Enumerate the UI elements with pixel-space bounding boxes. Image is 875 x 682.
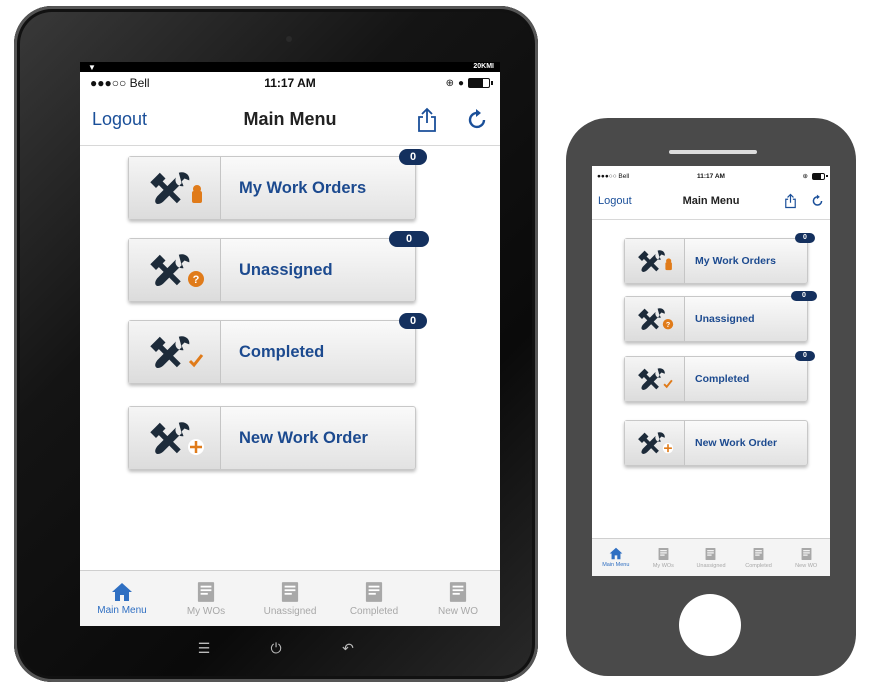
battery-icon (468, 78, 493, 88)
lock-icon: ⊕ (445, 77, 454, 89)
menu-label: Unassigned (239, 260, 333, 279)
new-work-order-button[interactable]: New Work Order (624, 420, 808, 466)
tablet-screen: ▼ 20KMI ●●●○○ Bell 11:17 AM ⊕ ● Logout M… (80, 62, 500, 626)
doc-question-icon (705, 547, 716, 561)
count-badge: 0 (399, 313, 427, 329)
nav-bar: Logout Main Menu (80, 94, 500, 146)
menu-label: New Work Order (695, 437, 778, 449)
tab-main-menu[interactable]: Main Menu (592, 539, 640, 576)
tab-unassigned[interactable]: Unassigned (248, 571, 332, 626)
tools-person-icon (129, 157, 221, 219)
tab-label: My WOs (652, 562, 674, 569)
status-time: 11:17 AM (697, 172, 725, 180)
top-strip: ▼ 20KMI (80, 62, 500, 72)
tab-label: New WO (795, 562, 818, 569)
tab-main-menu[interactable]: Main Menu (80, 571, 164, 626)
location-icon: ▼ (88, 63, 96, 72)
tools-plus-icon (625, 421, 685, 465)
menu-label: Completed (695, 373, 750, 385)
logout-button[interactable]: Logout (598, 195, 632, 207)
lock-icon: ⊕ (802, 173, 808, 180)
page-title: Main Menu (682, 194, 740, 207)
doc-plus-icon (449, 581, 467, 603)
camera (286, 36, 292, 42)
doc-question-icon (281, 581, 299, 603)
menu-label: Completed (239, 342, 325, 361)
top-strip-battery: 20KMI (473, 63, 494, 70)
home-button[interactable] (679, 594, 741, 656)
phone-screen: ●●●○○ Bell 11:17 AM ⊕ Logout Main Menu M… (592, 166, 830, 576)
doc-check-icon (365, 581, 383, 603)
tablet-device: ▼ 20KMI ●●●○○ Bell 11:17 AM ⊕ ● Logout M… (14, 6, 538, 682)
nav-bar: Logout Main Menu (592, 182, 830, 220)
share-icon[interactable] (416, 107, 438, 133)
tools-check-icon (129, 321, 221, 383)
tools-check-icon (625, 357, 685, 401)
my-work-orders-button[interactable]: My Work Orders 0 (128, 149, 427, 220)
refresh-icon[interactable] (466, 108, 488, 132)
tab-my-wos[interactable]: My WOs (640, 539, 688, 576)
count-badge: 0 (795, 233, 815, 243)
tools-person-icon (625, 239, 685, 283)
tools-question-icon: ? (625, 297, 685, 341)
doc-person-icon (658, 547, 669, 561)
menu-label: Unassigned (695, 313, 755, 325)
doc-person-icon (197, 581, 215, 603)
svg-text:?: ? (665, 321, 669, 329)
tab-new-wo[interactable]: New WO (782, 539, 830, 576)
refresh-icon[interactable] (811, 194, 824, 208)
back-icon[interactable]: ↶ (338, 640, 358, 657)
logout-button[interactable]: Logout (92, 109, 147, 130)
count-badge: 0 (389, 231, 429, 247)
tab-completed[interactable]: Completed (332, 571, 416, 626)
tools-question-icon: ? (129, 239, 221, 301)
share-icon[interactable] (784, 193, 797, 209)
alarm-icon: ● (457, 77, 464, 89)
count-badge: 0 (795, 351, 815, 361)
home-icon (609, 547, 623, 560)
count-badge: 0 (791, 291, 817, 301)
my-work-orders-button[interactable]: My Work Orders 0 (624, 233, 815, 284)
page-title: Main Menu (243, 109, 337, 129)
tab-completed[interactable]: Completed (735, 539, 783, 576)
tab-unassigned[interactable]: Unassigned (687, 539, 735, 576)
unassigned-button[interactable]: ? Unassigned 0 (128, 231, 429, 302)
doc-check-icon (753, 547, 764, 561)
status-time: 11:17 AM (264, 76, 316, 90)
speaker (669, 150, 757, 154)
unassigned-button[interactable]: ? Unassigned 0 (624, 291, 817, 342)
carrier-label: ●●●○○ Bell (90, 76, 150, 90)
carrier-label: ●●●○○ Bell (597, 172, 630, 180)
tab-label: Completed (349, 605, 399, 617)
menu-hw-icon[interactable]: ☰ (194, 640, 214, 657)
svg-text:?: ? (192, 274, 199, 286)
tab-label: Unassigned (263, 605, 317, 617)
menu-label: New Work Order (239, 428, 368, 447)
tab-label: My WOs (186, 605, 226, 617)
tab-my-wos[interactable]: My WOs (164, 571, 248, 626)
completed-button[interactable]: Completed 0 (624, 351, 815, 402)
tab-bar: Main Menu My WOs Unassigned Completed Ne… (80, 570, 500, 626)
battery-icon (812, 172, 828, 180)
hardware-buttons: ☰ ⏻ ↶ (14, 640, 538, 657)
tab-label: Unassigned (696, 562, 726, 569)
menu-label: My Work Orders (239, 178, 367, 197)
menu-label: My Work Orders (695, 255, 776, 267)
tools-plus-icon (129, 407, 221, 469)
tab-new-wo[interactable]: New WO (416, 571, 500, 626)
status-bar: ●●●○○ Bell 11:17 AM ⊕ ● (80, 74, 500, 92)
new-work-order-button[interactable]: New Work Order (128, 406, 416, 470)
power-icon[interactable]: ⏻ (266, 640, 286, 657)
completed-button[interactable]: Completed 0 (128, 313, 427, 384)
tab-label: New WO (438, 605, 478, 617)
phone-device: ●●●○○ Bell 11:17 AM ⊕ Logout Main Menu M… (566, 118, 856, 676)
tab-bar: Main Menu My WOs Unassigned Completed Ne… (592, 538, 830, 576)
doc-plus-icon (801, 547, 812, 561)
count-badge: 0 (399, 149, 427, 165)
tab-label: Main Menu (602, 562, 630, 568)
tab-label: Main Menu (97, 604, 147, 616)
home-icon (112, 582, 132, 601)
tab-label: Completed (745, 562, 772, 569)
status-bar: ●●●○○ Bell 11:17 AM ⊕ (592, 170, 830, 182)
